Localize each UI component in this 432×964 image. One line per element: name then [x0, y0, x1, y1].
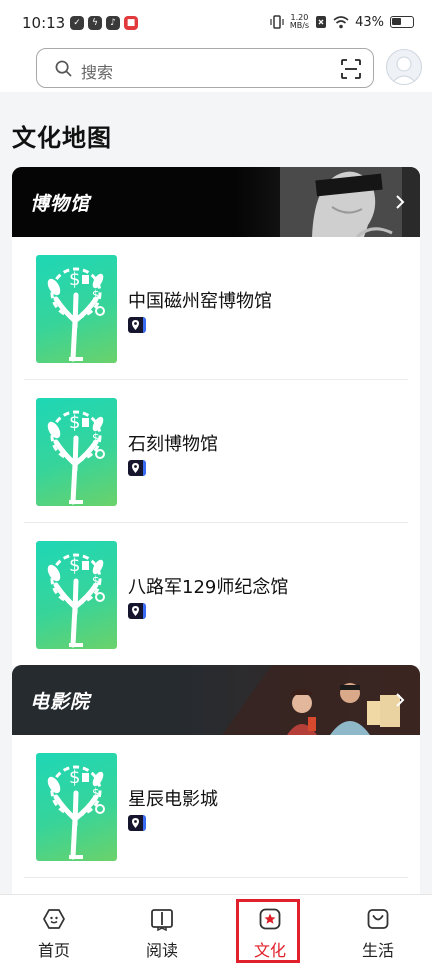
check-notification-icon: ✓	[70, 16, 84, 30]
bag-icon	[367, 909, 389, 929]
money-tree-icon: $ $	[47, 553, 105, 648]
bolt-notification-icon: ϟ	[88, 16, 102, 30]
item-name: 中国磁州窑博物馆	[128, 291, 272, 312]
item-name: 星辰电影城	[128, 789, 218, 810]
money-tree-thumbnail: $ $	[36, 255, 117, 363]
bottom-nav: 首页 阅读 文化 生活	[0, 894, 432, 964]
money-tree-thumbnail: $ $	[36, 541, 117, 649]
page-title: 文化地图	[12, 124, 112, 152]
nav-item-life[interactable]: 生活	[324, 895, 432, 964]
section-title: 电影院	[30, 691, 91, 713]
section-list-cinema: $ $ 星辰电影城	[12, 735, 420, 895]
chevron-right-icon[interactable]	[394, 691, 406, 709]
chevron-right-icon[interactable]	[394, 193, 406, 211]
status-bar: 10:13 ✓ ϟ ♪ ■ 1.20 MB/s 43%	[0, 0, 432, 44]
svg-text:$: $	[69, 555, 80, 576]
section-banner-cinema[interactable]: 电影院	[12, 665, 420, 735]
nav-active-indicator	[236, 899, 300, 963]
money-tree-thumbnail: $ $	[36, 753, 117, 861]
user-icon	[390, 56, 418, 84]
svg-text:$: $	[92, 574, 100, 588]
svg-text:$: $	[69, 412, 80, 433]
section-list-museums: $ $ 中国磁州窑博物馆 $ $ 石刻博物馆 $ $ 八路军129师纪念馆	[12, 237, 420, 666]
status-right: 1.20 MB/s 43%	[270, 14, 414, 30]
section-title: 博物馆	[30, 193, 91, 215]
nav-item-home[interactable]: 首页	[0, 895, 108, 964]
svg-text:$: $	[69, 767, 80, 788]
notification-icons: ✓ ϟ ♪ ■	[70, 16, 138, 30]
net-speed: 1.20 MB/s	[290, 14, 309, 30]
nav-label: 阅读	[145, 941, 178, 960]
money-tree-icon: $ $	[47, 765, 105, 860]
location-badge-icon	[128, 317, 146, 333]
status-time: 10:13	[22, 14, 66, 32]
location-badge-icon	[128, 815, 146, 831]
section-banner-museums[interactable]: 博物馆	[12, 167, 420, 237]
search-input[interactable]: 搜索	[81, 59, 113, 83]
list-item[interactable]: $ $ 中国磁州窑博物馆	[24, 237, 420, 380]
search-icon	[55, 60, 72, 77]
list-item[interactable]: $ $ 石刻博物馆	[24, 380, 420, 523]
search-box[interactable]: 搜索	[36, 48, 374, 88]
svg-text:$: $	[92, 288, 100, 302]
nav-label: 生活	[361, 941, 394, 960]
battery-percent: 43%	[355, 14, 384, 30]
location-badge-icon	[128, 460, 146, 476]
vibrate-icon	[270, 15, 284, 29]
net-speed-unit: MB/s	[289, 21, 310, 30]
nav-label: 首页	[37, 941, 70, 960]
home-icon	[43, 909, 65, 929]
scan-icon[interactable]	[341, 59, 361, 79]
list-item[interactable]: $ $ 八路军129师纪念馆	[24, 523, 420, 666]
location-badge-icon	[128, 603, 146, 619]
item-name: 八路军129师纪念馆	[128, 577, 289, 598]
item-name: 石刻博物馆	[128, 434, 218, 455]
money-tree-thumbnail: $ $	[36, 398, 117, 506]
money-tree-icon: $ $	[47, 410, 105, 505]
nav-item-read[interactable]: 阅读	[108, 895, 216, 964]
wifi-icon	[333, 15, 349, 28]
app-notification-icon: ■	[124, 16, 138, 30]
avatar[interactable]	[386, 49, 422, 85]
svg-text:$: $	[92, 431, 100, 445]
header: 搜索	[0, 44, 432, 92]
svg-text:$: $	[92, 786, 100, 800]
svg-text:$: $	[69, 269, 80, 290]
divider	[24, 877, 408, 878]
book-icon	[151, 909, 173, 931]
list-item[interactable]: $ $ 星辰电影城	[24, 735, 420, 878]
money-tree-icon: $ $	[47, 267, 105, 362]
sim-off-icon	[316, 16, 327, 28]
music-notification-icon: ♪	[106, 16, 120, 30]
battery-icon	[390, 16, 414, 28]
